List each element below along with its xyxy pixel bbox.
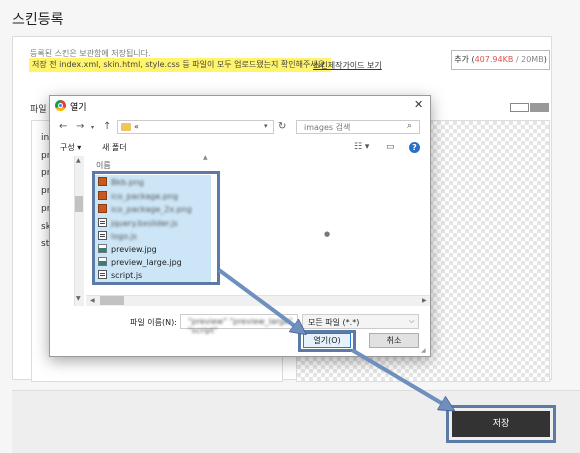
file-item[interactable]: Bkb.png [98,177,144,188]
scroll-down-icon[interactable]: ▼ [76,295,81,302]
filename-value: "preview" "preview_large" "script" [188,317,293,335]
dialog-title-bar: 열기 ✕ [50,96,430,116]
preview-dot-icon: ● [324,230,331,238]
files-section-label: 파일 [30,105,47,115]
file-name: preview_large.jpg [111,258,182,267]
file-name: logo.js [111,232,137,241]
file-name: ico_package_2x.png [111,205,192,214]
file-name: jquery.bxslider.js [111,219,178,228]
folder-icon [121,123,131,131]
image-file-icon [98,257,107,266]
preview-pane-icon[interactable]: ▭ [386,142,395,152]
script-file-icon [98,270,107,279]
horizontal-scrollbar[interactable] [86,295,430,306]
file-open-dialog: 열기 ✕ ← → ▾ ↑ « ▾ ↻ images 검색 ⌕ 구성 ▾ 새 폴더… [49,95,431,357]
filename-label: 파일 이름(N): [130,318,177,327]
page-title: 스킨등록 [12,12,64,28]
cancel-button[interactable]: 취소 [369,333,419,348]
script-file-icon [98,231,107,240]
name-column-header[interactable]: 이름 [96,160,111,171]
file-item[interactable]: preview_large.jpg [98,257,182,268]
h-scroll-thumb[interactable] [100,296,124,305]
command-bar: 구성 ▾ 새 폴더 ☷ ▾ ▭ ? [50,138,430,156]
file-item[interactable]: jquery.bxslider.js [98,218,178,229]
back-arrow-icon[interactable]: ← [59,121,67,132]
open-button[interactable]: 열기(O) [303,333,351,348]
recent-chevron-icon[interactable]: ▾ [91,124,94,131]
nav-scroll-thumb[interactable] [75,196,83,212]
search-placeholder: images 검색 [304,123,351,132]
address-text: « [134,122,139,131]
grid-view-toggle[interactable] [530,103,549,112]
save-button[interactable]: 저장 [452,411,550,437]
image-file-icon [98,244,107,253]
scroll-right-icon[interactable]: ▶ [422,297,427,304]
forward-arrow-icon[interactable]: → [76,121,84,132]
new-folder-button[interactable]: 새 폴더 [102,142,127,153]
file-item[interactable]: ico_package.png [98,191,178,202]
filename-input[interactable]: "preview" "preview_large" "script" [180,314,298,335]
help-icon[interactable]: ? [409,142,420,153]
refresh-icon[interactable]: ↻ [278,121,286,132]
chevron-down-icon: ⌵ [409,317,415,325]
image-file-icon [98,177,107,186]
chrome-icon [55,100,66,111]
filetype-value: 모든 파일 (*.*) [308,318,360,327]
file-item[interactable]: logo.js [98,231,137,242]
list-view-toggle[interactable] [510,103,529,112]
up-arrow-icon[interactable]: ↑ [103,121,111,132]
view-options-icon[interactable]: ☷ ▾ [354,142,369,152]
skin-guide-link[interactable]: 스킨제작가이드 보기 [313,60,382,71]
image-file-icon [98,204,107,213]
script-file-icon [98,218,107,227]
size-separator: / [513,55,522,64]
nav-scrollbar[interactable] [74,156,84,306]
search-input[interactable]: images 검색 ⌕ [296,120,420,134]
used-size: 407.94KB [474,55,514,64]
sort-ascending-icon: ▲ [203,154,208,161]
file-item[interactable]: ico_package_2x.png [98,204,192,215]
scroll-left-icon[interactable]: ◀ [90,297,95,304]
filetype-select[interactable]: 모든 파일 (*.*) ⌵ [302,314,419,329]
file-item[interactable]: preview.jpg [98,244,157,255]
notice-highlight: 저장 전 index.xml, skin.html, style.css 등 파… [29,58,331,72]
file-list-row[interactable]: st [41,239,49,249]
file-name: ico_package.png [111,192,179,201]
image-file-icon [98,191,107,200]
add-button-label: 추가 [454,55,469,64]
resize-grip-icon[interactable]: ◢ [421,347,426,354]
close-icon[interactable]: ✕ [414,98,423,111]
chevron-down-icon[interactable]: ▾ [264,122,268,130]
size-limit: 20MB [521,55,544,64]
search-icon: ⌕ [407,121,413,131]
file-item[interactable]: script.js [98,270,142,281]
dialog-title: 열기 [70,103,87,113]
file-name: preview.jpg [111,245,157,254]
address-bar[interactable]: « ▾ [117,120,274,134]
scroll-up-icon[interactable]: ▲ [76,157,81,164]
add-file-button[interactable]: 추가 (407.94KB / 20MB) [451,50,550,70]
file-list-row[interactable]: in [41,133,49,143]
file-name: Bkb.png [111,178,144,187]
file-name: script.js [111,271,143,280]
organize-menu[interactable]: 구성 ▾ [60,142,81,153]
